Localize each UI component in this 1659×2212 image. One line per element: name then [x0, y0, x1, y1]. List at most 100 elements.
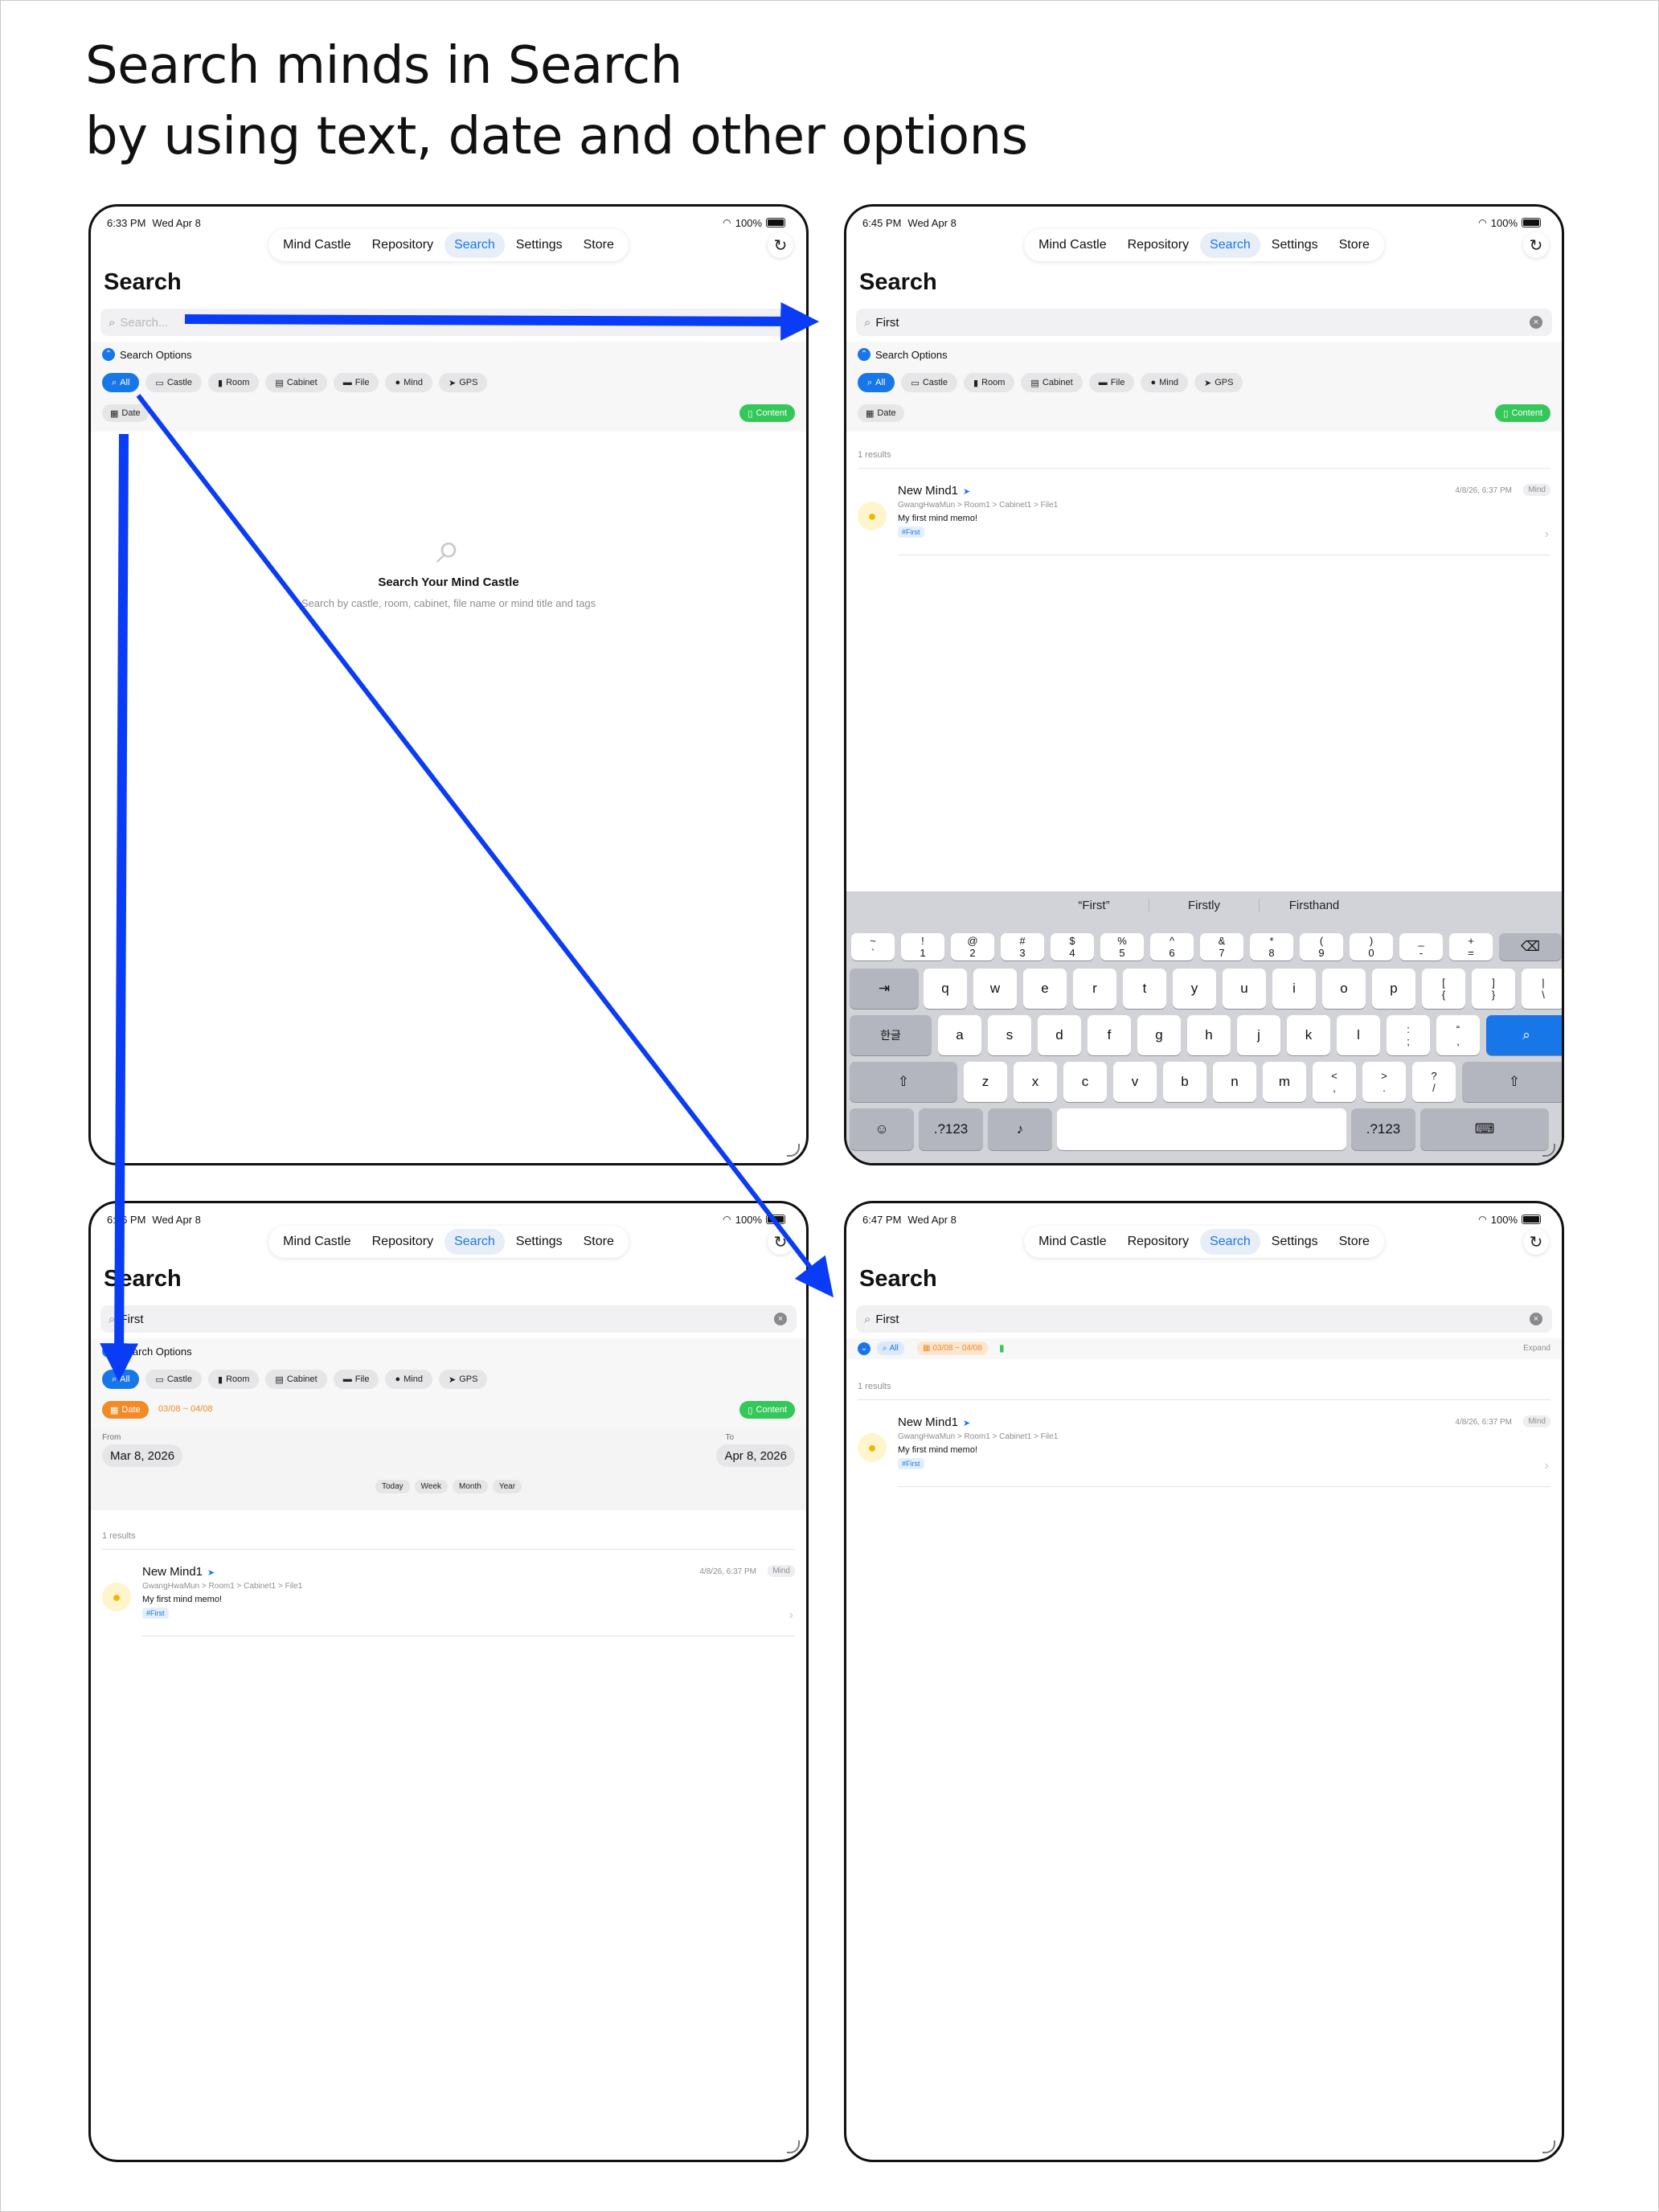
- tab-settings[interactable]: Settings: [1262, 232, 1328, 258]
- refresh-button[interactable]: ↻: [768, 232, 793, 258]
- tab-settings[interactable]: Settings: [506, 232, 572, 258]
- key-n[interactable]: n: [1213, 1062, 1256, 1102]
- key-s[interactable]: s: [988, 1015, 1031, 1055]
- tab-settings[interactable]: Settings: [1262, 1229, 1328, 1255]
- search-bar[interactable]: ⌕ First ×: [856, 1305, 1552, 1333]
- to-date-button[interactable]: Apr 8, 2026: [716, 1444, 795, 1467]
- content-filter-button[interactable]: ▯ Content: [739, 1401, 795, 1419]
- from-date-button[interactable]: Mar 8, 2026: [102, 1444, 183, 1467]
- language-key[interactable]: 한글: [850, 1015, 932, 1055]
- tab-repository[interactable]: Repository: [363, 232, 443, 258]
- date-filter-button[interactable]: ▦ Date: [102, 404, 149, 422]
- filter-chip-room[interactable]: ▮ Room: [964, 373, 1015, 392]
- quick-today-button[interactable]: Today: [375, 1480, 410, 1493]
- key-g[interactable]: g: [1137, 1015, 1181, 1055]
- hide-keyboard-key[interactable]: ⌨: [1420, 1108, 1549, 1150]
- filter-chip-castle[interactable]: ▭ Castle: [901, 373, 957, 392]
- search-input[interactable]: Search...: [120, 316, 168, 330]
- key-p[interactable]: p: [1372, 969, 1415, 1009]
- filter-chip-mind[interactable]: ● Mind: [385, 373, 432, 392]
- refresh-button[interactable]: ↻: [768, 1229, 793, 1255]
- tab-mind-castle[interactable]: Mind Castle: [273, 232, 360, 258]
- filter-chip-mind[interactable]: ● Mind: [1141, 373, 1188, 392]
- search-bar[interactable]: ⌕ Search...: [100, 309, 797, 336]
- key-f[interactable]: f: [1088, 1015, 1131, 1055]
- tab-store[interactable]: Store: [1329, 1229, 1379, 1255]
- filter-chip-file[interactable]: ▬ File: [333, 1370, 379, 1389]
- date-filter-button[interactable]: ▦ Date: [858, 404, 904, 422]
- search-bar[interactable]: ⌕ First ×: [100, 1305, 797, 1333]
- key-2[interactable]: @2: [951, 933, 994, 961]
- search-options-toggle[interactable]: ⌃ Search Options: [858, 348, 948, 361]
- tab-mind-castle[interactable]: Mind Castle: [1029, 232, 1116, 258]
- tab-settings[interactable]: Settings: [506, 1229, 572, 1255]
- filter-chip-cabinet[interactable]: ▤ Cabinet: [265, 373, 327, 392]
- key-c[interactable]: c: [1063, 1062, 1107, 1102]
- key-8[interactable]: * 8: [1250, 933, 1293, 961]
- expand-button[interactable]: Expand: [1523, 1344, 1550, 1353]
- search-key[interactable]: ⌕: [1486, 1015, 1562, 1055]
- suggestion-2[interactable]: Firstly: [1149, 898, 1260, 912]
- tab-search[interactable]: Search: [444, 1229, 505, 1255]
- tab-store[interactable]: Store: [1329, 232, 1379, 258]
- search-bar[interactable]: ⌕ First ×: [856, 309, 1552, 336]
- key-m[interactable]: m: [1263, 1062, 1306, 1102]
- backspace-key[interactable]: ⌫: [1499, 933, 1562, 961]
- numbers-key-left[interactable]: .?123: [919, 1108, 983, 1150]
- key-b[interactable]: b: [1163, 1062, 1206, 1102]
- result-tag[interactable]: #First: [898, 526, 924, 538]
- filter-chip-room[interactable]: ▮ Room: [208, 373, 260, 392]
- key-extra-q-1[interactable]: ]}: [1472, 969, 1515, 1009]
- key-extra-q-0[interactable]: [{: [1422, 969, 1465, 1009]
- result-card[interactable]: ● New Mind1 ➤ 4/8/26, 6:37 PM Mind GwangHwaMu…: [858, 482, 1550, 566]
- key-7[interactable]: & 7: [1200, 933, 1243, 961]
- tab-search[interactable]: Search: [1200, 232, 1260, 258]
- numbers-key-right[interactable]: .?123: [1351, 1108, 1415, 1150]
- search-input[interactable]: First: [875, 316, 899, 330]
- key-w[interactable]: w: [973, 969, 1017, 1009]
- filter-chip-gps[interactable]: ➤ GPS: [1194, 373, 1243, 392]
- key-l[interactable]: l: [1337, 1015, 1380, 1055]
- key-d[interactable]: d: [1038, 1015, 1081, 1055]
- tab-store[interactable]: Store: [574, 232, 624, 258]
- key-0[interactable]: ) 0: [1350, 933, 1393, 961]
- key-y[interactable]: y: [1173, 969, 1216, 1009]
- key-extra-z-2[interactable]: ? /: [1412, 1062, 1456, 1102]
- tab-mind-castle[interactable]: Mind Castle: [1029, 1229, 1116, 1255]
- tab-search[interactable]: Search: [1200, 1229, 1260, 1255]
- key-r[interactable]: r: [1073, 969, 1116, 1009]
- tab-repository[interactable]: Repository: [363, 1229, 443, 1255]
- key-6[interactable]: ^ 6: [1150, 933, 1194, 961]
- tab-store[interactable]: Store: [574, 1229, 624, 1255]
- key-q[interactable]: q: [924, 969, 967, 1009]
- key-a[interactable]: a: [938, 1015, 981, 1055]
- filter-chip-all[interactable]: ⌕ All: [102, 1370, 140, 1389]
- space-key[interactable]: [1057, 1108, 1346, 1150]
- clear-search-button[interactable]: ×: [1530, 1313, 1542, 1325]
- filter-chip-castle[interactable]: ▭ Castle: [145, 1370, 202, 1389]
- filter-chip-gps[interactable]: ➤ GPS: [438, 1370, 488, 1389]
- search-options-toggle[interactable]: ⌃ Search Options: [102, 348, 192, 361]
- tab-repository[interactable]: Repository: [1118, 1229, 1198, 1255]
- search-options-toggle[interactable]: ⌃ Search Options: [102, 1345, 192, 1358]
- result-card[interactable]: ● New Mind1 ➤ 4/8/26, 6:37 PM Mind GwangHwaMu…: [858, 1414, 1550, 1497]
- tab-repository[interactable]: Repository: [1118, 232, 1198, 258]
- content-filter-button[interactable]: ▯ Content: [739, 404, 795, 422]
- key-extra-a-1[interactable]: “,: [1436, 1015, 1480, 1055]
- key-u[interactable]: u: [1223, 969, 1266, 1009]
- dictation-key[interactable]: ♪: [988, 1108, 1052, 1150]
- refresh-button[interactable]: ↻: [1523, 1229, 1549, 1255]
- tab-search[interactable]: Search: [444, 232, 505, 258]
- key-1[interactable]: ! 1: [901, 933, 944, 961]
- suggestion-1[interactable]: “First”: [1039, 898, 1149, 912]
- key-5[interactable]: % 5: [1100, 933, 1144, 961]
- clear-search-button[interactable]: ×: [1530, 316, 1542, 329]
- key-k[interactable]: k: [1287, 1015, 1330, 1055]
- key-extra-a-0[interactable]: :;: [1387, 1015, 1430, 1055]
- filter-chip-cabinet[interactable]: ▤ Cabinet: [1021, 373, 1083, 392]
- shift-key-right[interactable]: ⇧: [1462, 1062, 1562, 1102]
- tab-mind-castle[interactable]: Mind Castle: [273, 1229, 360, 1255]
- key-v[interactable]: v: [1113, 1062, 1157, 1102]
- date-filter-button[interactable]: ▦ Date: [102, 1401, 149, 1419]
- key-e[interactable]: e: [1023, 969, 1067, 1009]
